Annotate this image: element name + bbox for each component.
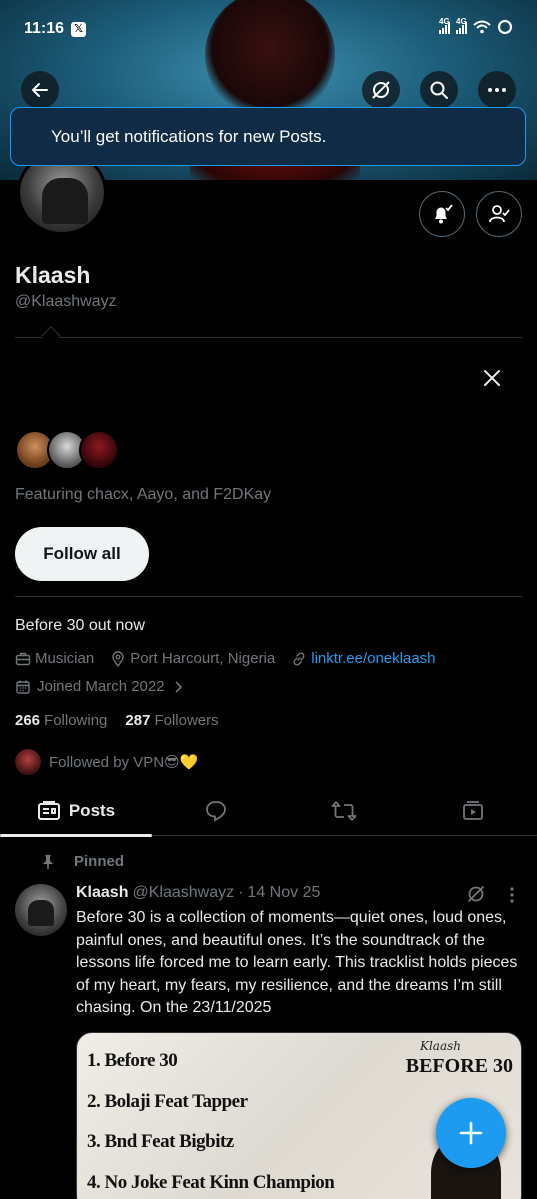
following-button[interactable]: [476, 191, 522, 237]
bell-check-icon: [435, 204, 453, 224]
tracklist-item: 4. No Joke Feat Kinn Champion: [87, 1172, 335, 1193]
more-button[interactable]: [478, 71, 516, 109]
profession-label: Musician: [35, 650, 95, 667]
wifi-icon: [473, 20, 491, 34]
tab-media[interactable]: [408, 786, 537, 836]
arrow-left-icon: [32, 83, 48, 97]
chevron-right-icon: [175, 680, 182, 693]
suggested-avatar-f2dkay[interactable]: [79, 430, 119, 470]
posts-icon: [37, 801, 60, 820]
tab-posts-label: Posts: [68, 801, 116, 820]
post-body: Before 30 is a collection of moments—qui…: [76, 909, 518, 1016]
search-button[interactable]: [420, 71, 458, 109]
profile-tabs: Posts: [0, 786, 537, 836]
album-title: BEFORE 30: [405, 1055, 513, 1077]
post-date[interactable]: 14 Nov 25: [247, 884, 320, 902]
close-icon[interactable]: [480, 366, 504, 390]
profile-meta-row-2[interactable]: Joined March 2022: [15, 678, 185, 695]
suggestion-panel-caret: [41, 326, 61, 346]
followed-by[interactable]: Followed by VPN😎💛: [15, 749, 198, 775]
follow-counts: 266 Following 287 Followers: [15, 712, 219, 729]
compose-post-button[interactable]: [436, 1098, 506, 1168]
location-label: Port Harcourt, Nigeria: [130, 650, 276, 667]
suggestion-panel-divider: [15, 337, 522, 338]
tracklist-item: 2. Bolaji Feat Tapper: [87, 1091, 248, 1112]
pinned-label-row: Pinned: [40, 853, 124, 870]
tab-reposts[interactable]: [280, 786, 408, 836]
profession: Musician: [15, 650, 94, 667]
tab-active-indicator: [0, 834, 152, 837]
profile-link-text[interactable]: linktr.ee/oneklaash: [311, 650, 435, 667]
follow-all-button[interactable]: Follow all: [15, 527, 149, 581]
followers-link[interactable]: 287 Followers: [125, 712, 218, 729]
post-author-avatar[interactable]: [15, 884, 67, 936]
status-icons: 4G 4G: [439, 17, 513, 35]
signal-icon: 4G: [439, 17, 450, 34]
post-avatar-figure: [28, 900, 54, 926]
following-count: 266: [15, 712, 41, 729]
battery-icon: [497, 19, 513, 35]
post-header: Klaash @Klaashwayz · 14 Nov 25: [76, 884, 320, 902]
more-horizontal-icon: [488, 88, 506, 92]
search-icon: [430, 81, 448, 99]
following-label: Following: [44, 712, 108, 729]
briefcase-icon: [15, 652, 31, 665]
back-button[interactable]: [21, 71, 59, 109]
calendar-icon: [16, 680, 30, 694]
repost-icon: [331, 801, 357, 821]
plus-icon: [459, 1121, 483, 1145]
network-type-2: 4G: [456, 17, 467, 26]
section-divider: [15, 596, 522, 597]
user-check-icon: [489, 205, 510, 223]
signal-icon-2: 4G: [456, 17, 467, 34]
grok-button[interactable]: [362, 71, 400, 109]
more-vertical-icon[interactable]: [509, 886, 515, 904]
tracklist-item: 1. Before 30: [87, 1050, 178, 1071]
post-separator: ·: [238, 884, 244, 901]
profile-name: Klaash: [15, 262, 91, 288]
profile-bio: Before 30 out now: [15, 617, 145, 634]
tracklist-item: 3. Bnd Feat Bigbitz: [87, 1131, 234, 1152]
followers-label: Followers: [154, 712, 219, 729]
location-pin-icon: [112, 650, 124, 667]
location: Port Harcourt, Nigeria: [110, 650, 275, 667]
profile-meta-row-1: Musician Port Harcourt, Nigeria linktr.e…: [15, 650, 446, 667]
followers-count: 287: [125, 712, 151, 729]
grok-post-icon[interactable]: [466, 884, 486, 904]
post-author-handle[interactable]: @Klaashwayz: [132, 884, 234, 902]
tab-replies[interactable]: [152, 786, 280, 836]
status-time: 11:16: [24, 20, 65, 37]
grok-slash-icon: [372, 81, 390, 99]
notifications-button[interactable]: [419, 191, 465, 237]
network-type-1: 4G: [439, 17, 450, 26]
notification-toast: You’ll get notifications for new Posts.: [10, 107, 526, 166]
followed-by-text: Followed by VPN😎💛: [49, 754, 199, 771]
followed-by-avatar: [15, 749, 41, 775]
following-link[interactable]: 266 Following: [15, 712, 107, 729]
toast-message: You’ll get notifications for new Posts.: [51, 126, 327, 146]
album-signature: Klaash: [420, 1039, 461, 1053]
reply-bubble-icon: [206, 801, 226, 822]
status-bar: 11:16 𝕏 4G 4G: [0, 0, 537, 58]
link-icon: [293, 651, 305, 666]
profile-handle: @Klaashwayz: [15, 293, 117, 310]
avatar-figure: [42, 178, 88, 224]
pinned-label: Pinned: [74, 853, 125, 870]
featuring-text: Featuring chacx, Aayo, and F2DKay: [15, 486, 272, 503]
pin-icon: [43, 854, 53, 869]
post-author-name[interactable]: Klaash: [76, 884, 128, 902]
profile-link[interactable]: linktr.ee/oneklaash: [291, 650, 436, 667]
media-icon: [462, 801, 483, 820]
x-notification-icon: 𝕏: [71, 22, 86, 37]
tab-posts[interactable]: Posts: [0, 786, 152, 836]
joined-date: Joined March 2022: [37, 678, 165, 695]
